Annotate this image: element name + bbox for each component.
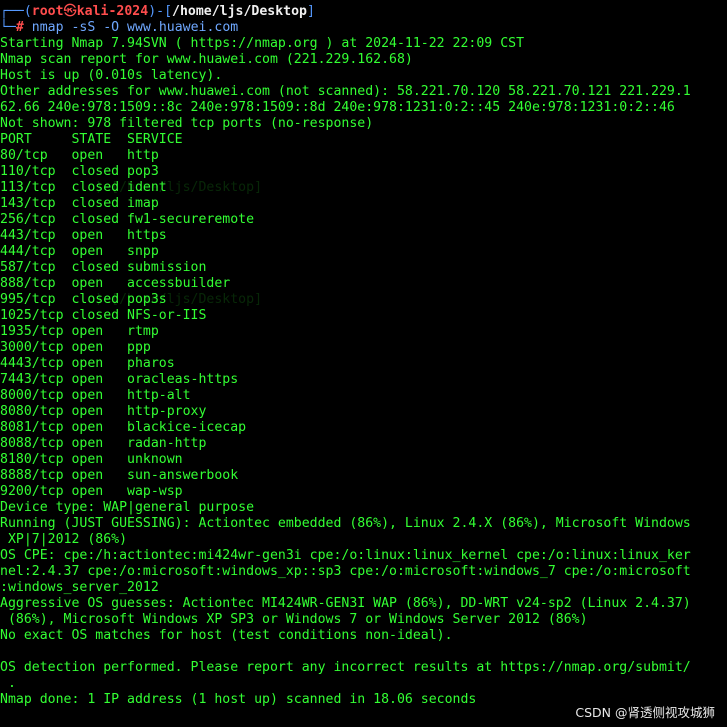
output-line: (86%), Microsoft Windows XP SP3 or Windo… — [0, 612, 588, 627]
output-line: Device type: WAP|general purpose — [0, 500, 255, 515]
output-line: 8888/tcp open sun-answerbook — [0, 468, 239, 483]
output-line: 113/tcp closed ident — [0, 180, 167, 195]
output-line: 62.66 240e:978:1509::8c 240e:978:1509::8… — [0, 100, 675, 115]
command-text: nmap -sS -O www.huawei.com — [23, 20, 239, 35]
output-line: 8000/tcp open http-alt — [0, 388, 191, 403]
output-line: 8088/tcp open radan-http — [0, 436, 207, 451]
terminal-window[interactable]: ...)-[/home/ljs/Desktop] ...)-[/home/ljs… — [0, 0, 727, 727]
output-line: 1935/tcp open rtmp — [0, 324, 159, 339]
output-line: 443/tcp open https — [0, 228, 167, 243]
output-line: 143/tcp closed imap — [0, 196, 159, 211]
output-line: 995/tcp closed pop3s — [0, 292, 167, 307]
output-line: 8180/tcp open unknown — [0, 452, 183, 467]
output-line: Other addresses for www.huawei.com (not … — [0, 84, 691, 99]
output-line: :windows_server_2012 — [0, 580, 159, 595]
output-line: XP|7|2012 (86%) — [0, 532, 128, 547]
nmap-output: Starting Nmap 7.94SVN ( https://nmap.org… — [0, 36, 727, 708]
output-line: 587/tcp closed submission — [0, 260, 207, 275]
output-line: 1025/tcp closed NFS-or-IIS — [0, 308, 207, 323]
command-line[interactable]: └─# nmap -sS -O www.huawei.com — [0, 20, 727, 36]
output-line: 888/tcp open accessbuilder — [0, 276, 231, 291]
output-line: . — [0, 676, 16, 691]
output-line: 110/tcp closed pop3 — [0, 164, 159, 179]
output-line: 4443/tcp open pharos — [0, 356, 175, 371]
output-line: Aggressive OS guesses: Actiontec MI424WR… — [0, 596, 691, 611]
terminal-output: ┌──(root㉿kali-2024)-[/home/ljs/Desktop] … — [0, 4, 727, 708]
output-line: PORT STATE SERVICE — [0, 132, 183, 147]
output-line: Running (JUST GUESSING): Actiontec embed… — [0, 516, 691, 531]
output-line: 256/tcp closed fw1-secureremote — [0, 212, 255, 227]
output-line: No exact OS matches for host (test condi… — [0, 628, 453, 643]
output-line: 80/tcp open http — [0, 148, 159, 163]
output-line: Host is up (0.010s latency). — [0, 68, 223, 83]
output-line: 7443/tcp open oracleas-https — [0, 372, 239, 387]
output-line: OS CPE: cpe:/h:actiontec:mi424wr-gen3i c… — [0, 548, 691, 563]
output-line: nel:2.4.37 cpe:/o:microsoft:windows_xp::… — [0, 564, 691, 579]
output-line: 3000/tcp open ppp — [0, 340, 151, 355]
csdn-watermark: CSDN @肾透侧视攻城狮 — [575, 705, 715, 720]
output-line: Nmap scan report for www.huawei.com (221… — [0, 52, 413, 67]
output-line: Not shown: 978 filtered tcp ports (no-re… — [0, 116, 374, 131]
output-line: 9200/tcp open wap-wsp — [0, 484, 183, 499]
output-line: Starting Nmap 7.94SVN ( https://nmap.org… — [0, 36, 525, 51]
output-line: OS detection performed. Please report an… — [0, 660, 691, 675]
prompt-line: ┌──(root㉿kali-2024)-[/home/ljs/Desktop] — [0, 4, 315, 19]
output-line: 444/tcp open snpp — [0, 244, 159, 259]
output-line: 8081/tcp open blackice-icecap — [0, 420, 247, 435]
output-line: 8080/tcp open http-proxy — [0, 404, 207, 419]
